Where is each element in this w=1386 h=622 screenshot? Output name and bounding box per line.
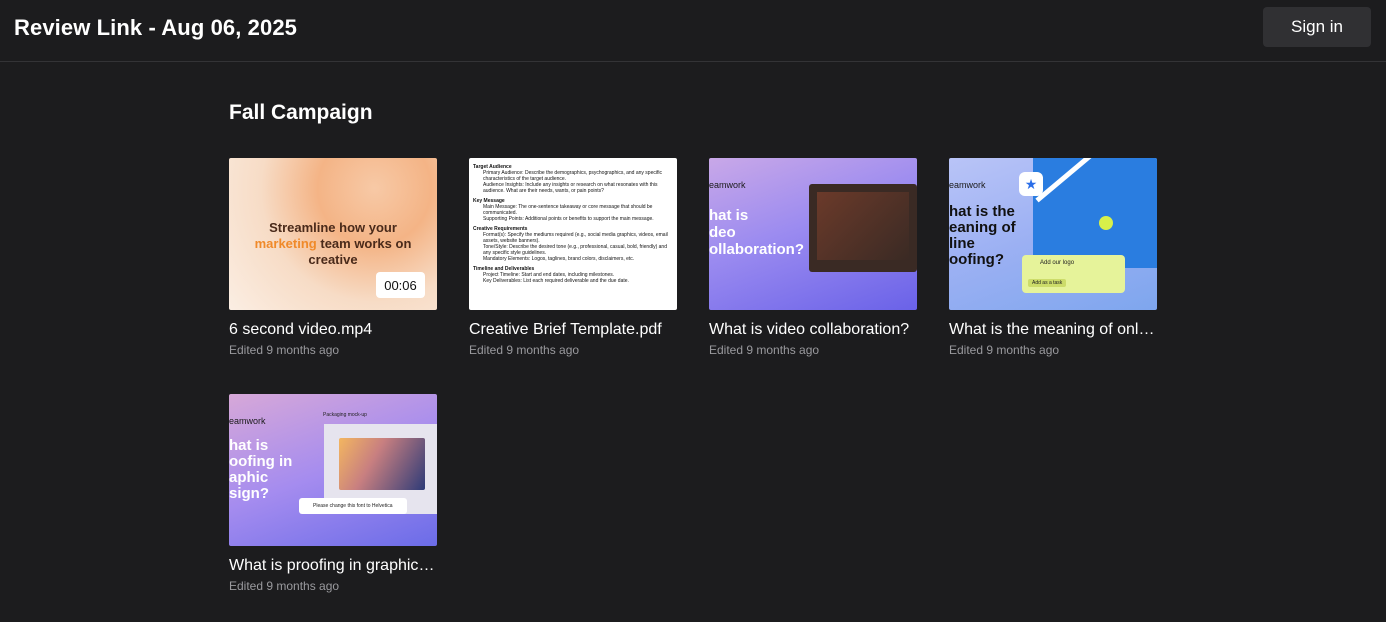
asset-name[interactable]: 6 second video.mp4 <box>229 321 437 339</box>
comment-text: Add our logo <box>1040 260 1075 266</box>
brand-logo: eamwork <box>229 416 266 426</box>
asset-edited-time: Edited 9 months ago <box>229 343 340 357</box>
comment-tooltip: Please change this font to Helvetica <box>299 498 407 514</box>
thumbnail-headline: ollaboration? <box>709 241 804 258</box>
section-title: Fall Campaign <box>229 101 373 124</box>
image-thumbnail[interactable]: ★ eamwork hat is the eaning of line oofi… <box>949 158 1157 310</box>
thumbnail-headline: oofing in <box>229 453 293 470</box>
thumbnail-headline: deo <box>709 224 736 241</box>
asset-name[interactable]: What is video collaboration? <box>709 321 917 339</box>
document-preview: Target Audience Primary Audience: Descri… <box>473 164 668 284</box>
sign-in-button[interactable]: Sign in <box>1263 7 1371 47</box>
page-title: Review Link - Aug 06, 2025 <box>14 15 298 40</box>
top-bar: Review Link - Aug 06, 2025 Sign in <box>0 0 1386 62</box>
star-badge-icon: ★ <box>1019 172 1043 196</box>
thumbnail-headline: hat is <box>709 207 749 224</box>
asset-name[interactable]: What is the meaning of online proofing? <box>949 321 1157 339</box>
comment-card: Add our logo Add as a task <box>1022 255 1125 293</box>
thumbnail-headline: aphic <box>229 469 269 486</box>
image-thumbnail[interactable]: eamwork hat is deo ollaboration? <box>709 158 917 310</box>
asset-name[interactable]: What is proofing in graphic design? <box>229 557 437 575</box>
asset-edited-time: Edited 9 months ago <box>949 343 1060 357</box>
asset-edited-time: Edited 9 months ago <box>469 343 580 357</box>
court-image <box>817 192 909 260</box>
thumbnail-caption: Streamline how your marketing team works… <box>254 220 412 267</box>
asset-card[interactable]: Target Audience Primary Audience: Descri… <box>469 158 677 357</box>
tennis-ball-icon <box>1099 216 1113 230</box>
thumbnail-headline: sign? <box>229 485 269 502</box>
asset-name[interactable]: Creative Brief Template.pdf <box>469 321 677 339</box>
add-task-chip: Add as a task <box>1028 279 1067 287</box>
tennis-court-image <box>1033 158 1157 268</box>
brand-logo: eamwork <box>949 180 986 190</box>
thumbnail-headline: hat is the <box>949 203 1015 220</box>
asset-card[interactable]: eamwork hat is deo ollaboration? What is… <box>709 158 917 357</box>
thumbnail-headline: line <box>949 235 975 252</box>
asset-card[interactable]: ★ eamwork hat is the eaning of line oofi… <box>949 158 1157 357</box>
packaging-image <box>339 438 425 490</box>
image-thumbnail[interactable]: Packaging mock-up eamwork hat is oofing … <box>229 394 437 546</box>
duration-badge: 00:06 <box>376 272 425 298</box>
thumbnail-headline: eaning of <box>949 219 1016 236</box>
asset-card[interactable]: Streamline how your marketing team works… <box>229 158 437 357</box>
brand-logo: eamwork <box>709 180 746 190</box>
video-thumbnail[interactable]: Streamline how your marketing team works… <box>229 158 437 310</box>
asset-card[interactable]: Packaging mock-up eamwork hat is oofing … <box>229 394 437 593</box>
asset-edited-time: Edited 9 months ago <box>709 343 820 357</box>
document-thumbnail[interactable]: Target Audience Primary Audience: Descri… <box>469 158 677 310</box>
panel-label: Packaging mock-up <box>323 412 367 418</box>
thumbnail-headline: hat is <box>229 437 269 454</box>
asset-edited-time: Edited 9 months ago <box>229 579 340 593</box>
thumbnail-headline: oofing? <box>949 251 1004 268</box>
